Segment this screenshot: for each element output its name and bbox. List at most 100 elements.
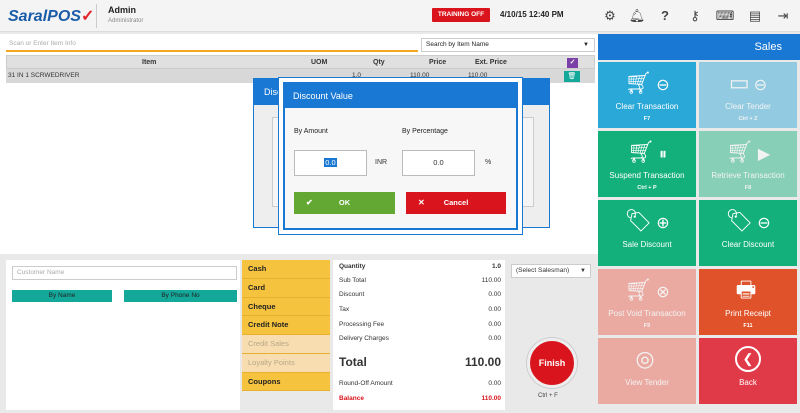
- item-cell: 31 IN 1 SCRWEDRIVER: [8, 72, 80, 79]
- sales-tile-suspend-transaction[interactable]: 🛒︎ ⏸ Suspend Transaction Ctrl + P: [598, 131, 696, 197]
- summary-subtotal: Sub Total 110.00: [339, 277, 501, 284]
- tile-label: Back: [739, 378, 757, 387]
- cart-x-icon: 🛒︎ ⊗: [624, 277, 670, 302]
- tile-label: Clear Tender: [725, 102, 771, 111]
- summary-balance: Balance 110.00: [339, 395, 501, 402]
- printer-icon: 🖶: [735, 277, 757, 302]
- by-amount-label: By Amount: [294, 128, 328, 135]
- search-by-select[interactable]: Search by Item Name ▼: [421, 38, 595, 52]
- payment-credit-sales[interactable]: Credit Sales: [242, 335, 330, 354]
- customer-name-input[interactable]: Customer Name: [12, 266, 237, 280]
- summary-discount: Discount 0.00: [339, 291, 501, 298]
- tile-label: Sale Discount: [622, 240, 672, 249]
- key-icon[interactable]: ⚷: [685, 6, 705, 26]
- summary-roundoff: Round-Off Amount 0.00: [339, 380, 501, 387]
- tile-label: Print Receipt: [725, 309, 771, 318]
- summary-delivery: Delivery Charges 0.00: [339, 335, 501, 342]
- finish-button[interactable]: Finish: [527, 338, 577, 388]
- tile-shortcut: F9: [643, 323, 651, 329]
- gear-icon[interactable]: ⚙: [600, 6, 620, 26]
- close-icon: ✕: [418, 198, 425, 207]
- cart-minus-icon: 🛒︎ ⊖: [624, 70, 670, 95]
- search-by-value: Search by Item Name: [426, 41, 489, 48]
- sales-tile-retrieve-transaction[interactable]: 🛒︎ ▶ Retrieve Transaction F8: [699, 131, 797, 197]
- payment-methods: Cash Card Cheque Credit Note Credit Sale…: [242, 260, 330, 410]
- training-mode-button[interactable]: TRAINING OFF: [432, 8, 490, 22]
- payment-credit-note[interactable]: Credit Note: [242, 316, 330, 335]
- payment-loyalty-points[interactable]: Loyalty Points: [242, 353, 330, 373]
- tile-label: Retrieve Transaction: [711, 171, 785, 180]
- sales-tile-print-receipt[interactable]: 🖶 Print Receipt F11: [699, 269, 797, 335]
- ok-button[interactable]: ✔ OK: [294, 192, 395, 214]
- sales-tile-post-void-transaction[interactable]: 🛒︎ ⊗ Post Void Transaction F9: [598, 269, 696, 335]
- column-header: Item: [142, 59, 157, 66]
- percentage-unit: %: [485, 159, 492, 166]
- by-phone-button[interactable]: By Phone No: [124, 290, 237, 302]
- top-bar: SaralPOS✓ Admin Administrator TRAINING O…: [0, 0, 800, 32]
- tile-shortcut: Ctrl + Z: [738, 116, 758, 122]
- cancel-button[interactable]: ✕ Cancel: [406, 192, 506, 214]
- summary-quantity: Quantity 1.0: [339, 263, 501, 270]
- column-header: Price: [429, 59, 447, 66]
- sales-tile-sale-discount[interactable]: 🏷︎ ⊕ Sale Discount: [598, 200, 696, 266]
- discount-value-dialog: Discount Value By Amount By Percentage 0…: [283, 82, 518, 230]
- tile-label: Post Void Transaction: [608, 309, 686, 318]
- dialog-title: Discount Value: [285, 84, 516, 108]
- payment-card[interactable]: Card: [242, 278, 330, 298]
- chevron-down-icon: ▼: [583, 42, 589, 48]
- user-role: Administrator: [108, 18, 144, 24]
- divider: [96, 4, 97, 28]
- search-input[interactable]: Scan or Enter Item Info: [6, 38, 418, 52]
- amount-unit: INR: [375, 159, 388, 166]
- user-name: Admin: [108, 5, 136, 15]
- tag-minus-icon: 🏷︎ ⊖: [725, 208, 771, 233]
- by-name-button[interactable]: By Name: [12, 290, 112, 302]
- help-icon[interactable]: ?: [655, 6, 675, 26]
- tag-plus-icon: 🏷︎ ⊕: [624, 208, 670, 233]
- tile-label: Clear Discount: [721, 240, 775, 249]
- sales-tile-clear-transaction[interactable]: 🛒︎ ⊖ Clear Transaction F7: [598, 62, 696, 128]
- cart-play-icon: 🛒︎ ▶: [725, 139, 771, 164]
- datetime: 4/10/15 12:40 PM: [500, 10, 564, 19]
- back-icon: ❮: [723, 346, 773, 372]
- order-summary: Quantity 1.0 Sub Total 110.00 Discount 0.00…: [333, 260, 505, 410]
- tile-shortcut: F7: [643, 116, 651, 122]
- sales-panel-title: Sales: [598, 34, 800, 60]
- coins-icon: ◎: [635, 346, 655, 371]
- payment-cheque[interactable]: Cheque: [242, 297, 330, 317]
- select-all-checkbox[interactable]: ✓: [567, 58, 578, 68]
- summary-tax: Tax 0.00: [339, 306, 501, 313]
- sales-tile-clear-tender[interactable]: ▭ ⊖ Clear Tender Ctrl + Z: [699, 62, 797, 128]
- app-logo: SaralPOS✓: [8, 8, 95, 25]
- column-header: Qty: [373, 59, 385, 66]
- table-header: Item UOM Qty Price Ext. Price ✓: [6, 55, 595, 69]
- salesman-select[interactable]: (Select Salesman) ▼: [511, 264, 591, 278]
- tile-label: Clear Transaction: [615, 102, 679, 111]
- sales-tile-back[interactable]: ❮ Back: [699, 338, 797, 404]
- cart-pause-icon: 🛒︎ ⏸: [627, 139, 667, 164]
- summary-processing-fee: Processing Fee 0.00: [339, 321, 501, 328]
- check-icon: ✔: [306, 198, 313, 207]
- keyboard-icon[interactable]: ⌨: [715, 6, 735, 26]
- tile-label: Suspend Transaction: [609, 171, 685, 180]
- sales-tile-view-tender[interactable]: ◎ View Tender: [598, 338, 696, 404]
- logout-icon[interactable]: ⇥: [773, 6, 793, 26]
- payment-coupons[interactable]: Coupons: [242, 372, 330, 392]
- percentage-input[interactable]: 0.0: [402, 150, 475, 176]
- customer-panel: Customer Name By Name By Phone No: [6, 260, 240, 410]
- summary-total: Total 110.00: [339, 355, 501, 369]
- card-minus-icon: ▭ ⊖: [728, 70, 768, 95]
- chevron-down-icon: ▼: [580, 268, 586, 274]
- sales-tile-clear-discount[interactable]: 🏷︎ ⊖ Clear Discount: [699, 200, 797, 266]
- tile-shortcut: F11: [743, 323, 753, 329]
- amount-input[interactable]: 0.0: [294, 150, 367, 176]
- payment-cash[interactable]: Cash: [242, 260, 330, 279]
- tile-label: View Tender: [625, 378, 669, 387]
- by-percentage-label: By Percentage: [402, 128, 448, 135]
- finish-shortcut: Ctrl + F: [538, 393, 558, 399]
- tile-shortcut: F8: [744, 185, 752, 191]
- trash-icon[interactable]: 🗑︎: [564, 71, 580, 82]
- cash-drawer-icon[interactable]: ▤: [745, 6, 765, 26]
- tile-shortcut: Ctrl + P: [637, 185, 657, 191]
- bell-icon[interactable]: 🔔︎: [627, 6, 647, 26]
